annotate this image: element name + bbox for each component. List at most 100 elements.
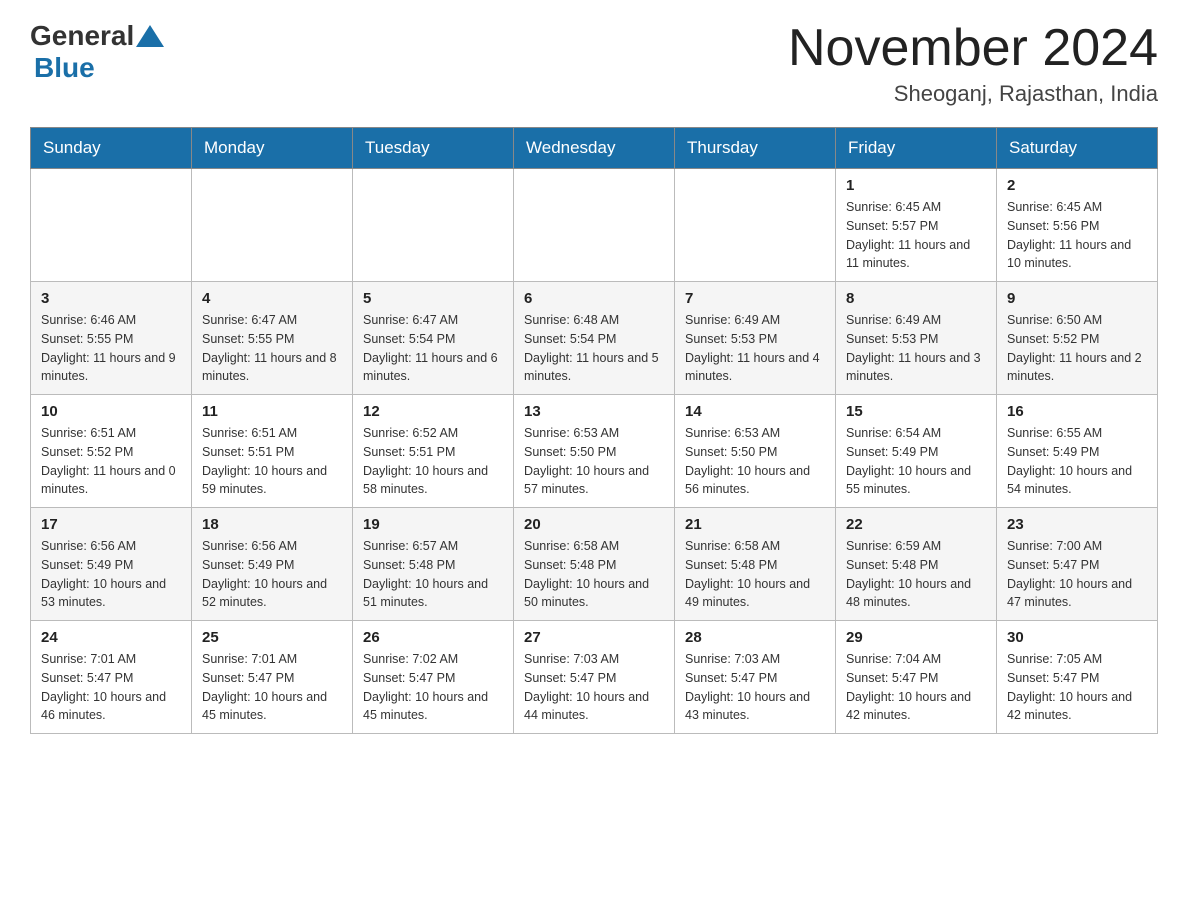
day-info: Sunrise: 6:56 AM Sunset: 5:49 PM Dayligh… (41, 537, 181, 612)
day-number: 3 (41, 290, 181, 307)
calendar-cell: 27Sunrise: 7:03 AM Sunset: 5:47 PM Dayli… (514, 621, 675, 734)
calendar-table: SundayMondayTuesdayWednesdayThursdayFrid… (30, 127, 1158, 734)
calendar-cell: 26 Sunrise: 7:02 AM Sunset: 5:47 PM Dayli… (353, 621, 514, 734)
logo-text: General (30, 20, 166, 52)
day-number: 6 (524, 290, 664, 307)
calendar-cell (353, 169, 514, 282)
calendar-cell: 11Sunrise: 6:51 AM Sunset: 5:51 PM Dayli… (192, 395, 353, 508)
location-subtitle: Sheoganj, Rajasthan, India (788, 81, 1158, 107)
title-area: November 2024 Sheoganj, Rajasthan, India (788, 20, 1158, 107)
day-header-saturday: Saturday (997, 128, 1158, 169)
day-header-wednesday: Wednesday (514, 128, 675, 169)
day-number: 19 (363, 516, 503, 533)
calendar-cell: 25 Sunrise: 7:01 AM Sunset: 5:47 PM Dayli… (192, 621, 353, 734)
day-number: 21 (685, 516, 825, 533)
day-info: Sunrise: 6:49 AM Sunset: 5:53 PM Dayligh… (846, 311, 986, 386)
day-info: Sunrise: 6:59 AM Sunset: 5:48 PM Dayligh… (846, 537, 986, 612)
calendar-cell: 19 Sunrise: 6:57 AM Sunset: 5:48 PM Dayli… (353, 508, 514, 621)
calendar-week-row: 10 Sunrise: 6:51 AM Sunset: 5:52 PM Dayli… (31, 395, 1158, 508)
calendar-cell: 22 Sunrise: 6:59 AM Sunset: 5:48 PM Dayli… (836, 508, 997, 621)
calendar-week-row: 17 Sunrise: 6:56 AM Sunset: 5:49 PM Dayli… (31, 508, 1158, 621)
day-info: Sunrise: 6:47 AM Sunset: 5:55 PM Dayligh… (202, 311, 342, 386)
day-info: Sunrise: 6:53 AM Sunset: 5:50 PM Dayligh… (685, 424, 825, 499)
month-title: November 2024 (788, 20, 1158, 77)
calendar-cell: 28Sunrise: 7:03 AM Sunset: 5:47 PM Dayli… (675, 621, 836, 734)
calendar-cell: 10 Sunrise: 6:51 AM Sunset: 5:52 PM Dayli… (31, 395, 192, 508)
day-number: 14 (685, 403, 825, 420)
day-number: 4 (202, 290, 342, 307)
calendar-cell: 20Sunrise: 6:58 AM Sunset: 5:48 PM Dayli… (514, 508, 675, 621)
day-number: 8 (846, 290, 986, 307)
calendar-cell: 9Sunrise: 6:50 AM Sunset: 5:52 PM Daylig… (997, 282, 1158, 395)
day-number: 2 (1007, 177, 1147, 194)
day-info: Sunrise: 6:58 AM Sunset: 5:48 PM Dayligh… (685, 537, 825, 612)
calendar-cell: 12 Sunrise: 6:52 AM Sunset: 5:51 PM Dayli… (353, 395, 514, 508)
calendar-cell: 1 Sunrise: 6:45 AM Sunset: 5:57 PM Daylig… (836, 169, 997, 282)
day-number: 23 (1007, 516, 1147, 533)
calendar-cell: 15Sunrise: 6:54 AM Sunset: 5:49 PM Dayli… (836, 395, 997, 508)
logo-triangle-icon (136, 25, 164, 47)
calendar-cell (192, 169, 353, 282)
day-header-monday: Monday (192, 128, 353, 169)
day-number: 16 (1007, 403, 1147, 420)
calendar-cell: 4 Sunrise: 6:47 AM Sunset: 5:55 PM Daylig… (192, 282, 353, 395)
logo: General Blue (30, 20, 166, 84)
calendar-cell: 24Sunrise: 7:01 AM Sunset: 5:47 PM Dayli… (31, 621, 192, 734)
day-header-thursday: Thursday (675, 128, 836, 169)
calendar-cell: 13 Sunrise: 6:53 AM Sunset: 5:50 PM Dayli… (514, 395, 675, 508)
day-info: Sunrise: 6:52 AM Sunset: 5:51 PM Dayligh… (363, 424, 503, 499)
calendar-cell: 6 Sunrise: 6:48 AM Sunset: 5:54 PM Daylig… (514, 282, 675, 395)
day-info: Sunrise: 6:47 AM Sunset: 5:54 PM Dayligh… (363, 311, 503, 386)
day-number: 25 (202, 629, 342, 646)
day-number: 5 (363, 290, 503, 307)
day-number: 1 (846, 177, 986, 194)
day-info: Sunrise: 6:53 AM Sunset: 5:50 PM Dayligh… (524, 424, 664, 499)
calendar-cell: 2 Sunrise: 6:45 AM Sunset: 5:56 PM Daylig… (997, 169, 1158, 282)
day-info: Sunrise: 6:58 AM Sunset: 5:48 PM Dayligh… (524, 537, 664, 612)
day-info: Sunrise: 6:51 AM Sunset: 5:52 PM Dayligh… (41, 424, 181, 499)
day-number: 30 (1007, 629, 1147, 646)
day-info: Sunrise: 6:48 AM Sunset: 5:54 PM Dayligh… (524, 311, 664, 386)
day-info: Sunrise: 6:45 AM Sunset: 5:56 PM Dayligh… (1007, 198, 1147, 273)
page-header: General Blue November 2024 Sheoganj, Raj… (30, 20, 1158, 107)
day-info: Sunrise: 6:49 AM Sunset: 5:53 PM Dayligh… (685, 311, 825, 386)
day-number: 26 (363, 629, 503, 646)
day-header-sunday: Sunday (31, 128, 192, 169)
day-info: Sunrise: 7:05 AM Sunset: 5:47 PM Dayligh… (1007, 650, 1147, 725)
day-info: Sunrise: 7:02 AM Sunset: 5:47 PM Dayligh… (363, 650, 503, 725)
calendar-cell: 17 Sunrise: 6:56 AM Sunset: 5:49 PM Dayli… (31, 508, 192, 621)
calendar-cell: 29 Sunrise: 7:04 AM Sunset: 5:47 PM Dayli… (836, 621, 997, 734)
calendar-week-row: 24Sunrise: 7:01 AM Sunset: 5:47 PM Dayli… (31, 621, 1158, 734)
calendar-week-row: 3 Sunrise: 6:46 AM Sunset: 5:55 PM Daylig… (31, 282, 1158, 395)
calendar-week-row: 1 Sunrise: 6:45 AM Sunset: 5:57 PM Daylig… (31, 169, 1158, 282)
logo-blue: Blue (34, 52, 95, 83)
day-info: Sunrise: 7:01 AM Sunset: 5:47 PM Dayligh… (41, 650, 181, 725)
day-info: Sunrise: 6:50 AM Sunset: 5:52 PM Dayligh… (1007, 311, 1147, 386)
day-number: 10 (41, 403, 181, 420)
day-info: Sunrise: 7:01 AM Sunset: 5:47 PM Dayligh… (202, 650, 342, 725)
calendar-cell: 30 Sunrise: 7:05 AM Sunset: 5:47 PM Dayli… (997, 621, 1158, 734)
calendar-cell: 23 Sunrise: 7:00 AM Sunset: 5:47 PM Dayli… (997, 508, 1158, 621)
day-number: 28 (685, 629, 825, 646)
day-info: Sunrise: 7:00 AM Sunset: 5:47 PM Dayligh… (1007, 537, 1147, 612)
day-info: Sunrise: 6:45 AM Sunset: 5:57 PM Dayligh… (846, 198, 986, 273)
day-info: Sunrise: 6:51 AM Sunset: 5:51 PM Dayligh… (202, 424, 342, 499)
day-number: 7 (685, 290, 825, 307)
day-number: 29 (846, 629, 986, 646)
calendar-header-row: SundayMondayTuesdayWednesdayThursdayFrid… (31, 128, 1158, 169)
day-number: 12 (363, 403, 503, 420)
day-number: 18 (202, 516, 342, 533)
calendar-cell: 3 Sunrise: 6:46 AM Sunset: 5:55 PM Daylig… (31, 282, 192, 395)
calendar-cell (514, 169, 675, 282)
day-number: 17 (41, 516, 181, 533)
calendar-cell: 5 Sunrise: 6:47 AM Sunset: 5:54 PM Daylig… (353, 282, 514, 395)
day-header-friday: Friday (836, 128, 997, 169)
day-header-tuesday: Tuesday (353, 128, 514, 169)
day-info: Sunrise: 6:46 AM Sunset: 5:55 PM Dayligh… (41, 311, 181, 386)
day-info: Sunrise: 7:04 AM Sunset: 5:47 PM Dayligh… (846, 650, 986, 725)
day-number: 27 (524, 629, 664, 646)
day-number: 13 (524, 403, 664, 420)
calendar-cell: 14 Sunrise: 6:53 AM Sunset: 5:50 PM Dayli… (675, 395, 836, 508)
day-info: Sunrise: 6:57 AM Sunset: 5:48 PM Dayligh… (363, 537, 503, 612)
day-number: 22 (846, 516, 986, 533)
